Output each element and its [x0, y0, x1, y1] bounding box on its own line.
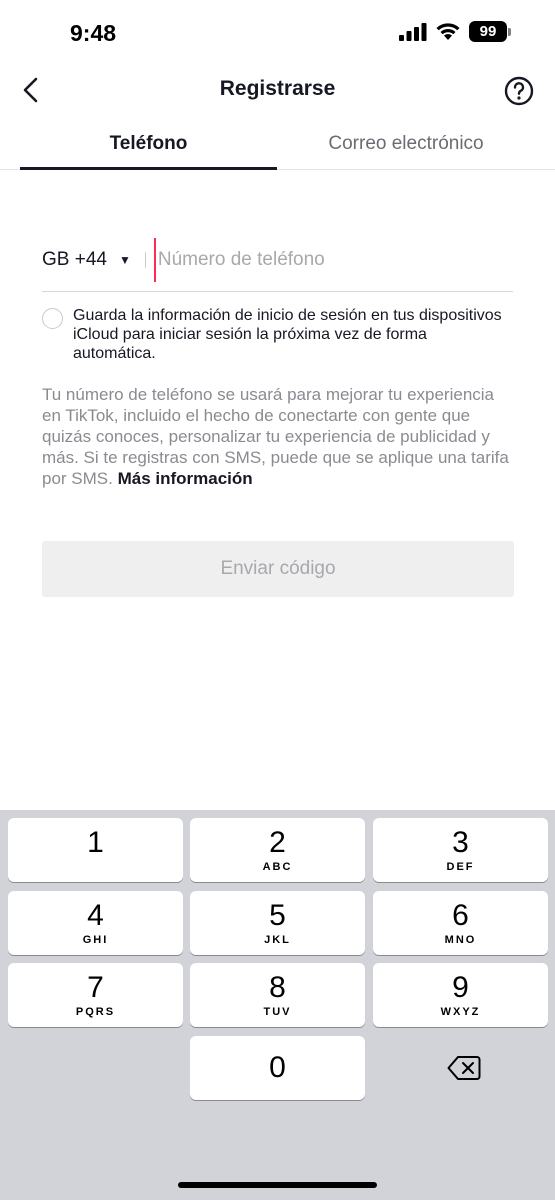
- tab-email[interactable]: Correo electrónico: [277, 122, 535, 170]
- key-0[interactable]: 0: [190, 1036, 365, 1100]
- numeric-keypad: 1 2 ABC 3 DEF 4 GHI 5 JKL 6 MNO 7 PQRS 8: [0, 810, 555, 1200]
- key-letters: JKL: [264, 933, 291, 946]
- key-3[interactable]: 3 DEF: [373, 818, 548, 882]
- key-number: 6: [452, 898, 469, 932]
- key-number: 2: [269, 825, 286, 859]
- nav-bar: Registrarse: [0, 64, 555, 116]
- key-6[interactable]: 6 MNO: [373, 891, 548, 955]
- key-7[interactable]: 7 PQRS: [8, 963, 183, 1027]
- delete-key[interactable]: [376, 1036, 551, 1100]
- divider: [144, 252, 146, 268]
- more-info-link[interactable]: Más información: [118, 469, 253, 488]
- status-icons: 99: [399, 21, 511, 42]
- battery-level: 99: [469, 21, 507, 42]
- help-icon: [504, 76, 534, 106]
- home-indicator: [178, 1182, 377, 1188]
- status-time: 9:48: [70, 20, 117, 46]
- save-login-row: Guarda la información de inicio de sesió…: [42, 306, 512, 363]
- key-number: 8: [269, 970, 286, 1004]
- page-title: Registrarse: [219, 77, 336, 100]
- help-button[interactable]: [503, 75, 535, 107]
- key-1[interactable]: 1: [8, 818, 183, 882]
- key-2[interactable]: 2 ABC: [190, 818, 365, 882]
- key-letters: MNO: [444, 933, 477, 946]
- key-9[interactable]: 9 WXYZ: [373, 963, 548, 1027]
- key-number: 1: [87, 825, 104, 859]
- battery-icon: 99: [469, 21, 511, 42]
- info-text: Tu número de teléfono se usará para mejo…: [42, 385, 509, 488]
- key-letters: TUV: [263, 1005, 292, 1018]
- caret-down-icon: ▼: [118, 253, 131, 267]
- key-number: 4: [87, 898, 104, 932]
- save-login-checkbox[interactable]: [42, 308, 63, 329]
- country-code: GB +44: [42, 249, 107, 270]
- tab-phone[interactable]: Teléfono: [20, 122, 277, 170]
- backspace-icon: [447, 1056, 480, 1080]
- status-bar: 9:48 99: [0, 0, 555, 64]
- key-letters: ABC: [262, 860, 293, 873]
- phone-row: GB +44 ▼: [42, 238, 513, 292]
- wifi-icon: [436, 23, 460, 40]
- battery-cap: [508, 27, 511, 36]
- key-letters: PQRS: [75, 1005, 116, 1018]
- key-letters: WXYZ: [440, 1005, 481, 1018]
- key-letters: GHI: [82, 933, 109, 946]
- key-number: 0: [269, 1051, 286, 1084]
- key-number: 9: [452, 970, 469, 1004]
- signal-icon: [399, 22, 427, 41]
- key-number: 3: [452, 825, 469, 859]
- phone-info-text: Tu número de teléfono se usará para mejo…: [42, 384, 512, 489]
- save-login-text: Guarda la información de inicio de sesió…: [73, 307, 502, 362]
- key-number: 5: [269, 898, 286, 932]
- key-5[interactable]: 5 JKL: [190, 891, 365, 955]
- signup-screen: 9:48 99 Registrarse Teléfono Correo elec…: [0, 0, 555, 1200]
- key-4[interactable]: 4 GHI: [8, 891, 183, 955]
- tab-bar: Teléfono Correo electrónico: [0, 122, 555, 170]
- country-code-selector[interactable]: GB +44 ▼: [42, 238, 131, 282]
- send-code-button[interactable]: Enviar código: [42, 541, 514, 597]
- key-number: 7: [87, 970, 104, 1004]
- key-8[interactable]: 8 TUV: [190, 963, 365, 1027]
- phone-number-input[interactable]: [153, 238, 513, 282]
- key-letters: DEF: [446, 860, 475, 873]
